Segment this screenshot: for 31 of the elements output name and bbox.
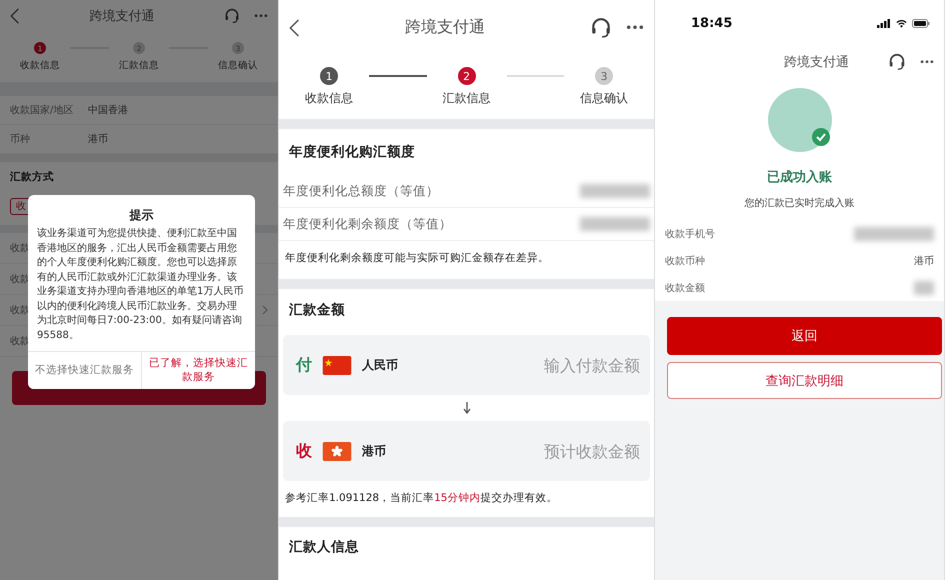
page-title: 跨境支付通 bbox=[404, 17, 485, 38]
quota-label: 年度便利化总额度（等值） bbox=[283, 182, 439, 200]
result-subtitle: 您的汇款已实时完成入账 bbox=[744, 196, 854, 210]
currency-name: 港币 bbox=[362, 442, 386, 460]
detail-value: 港币 bbox=[914, 254, 934, 268]
page-title: 跨境支付通 bbox=[89, 8, 154, 25]
field-value: 港币 bbox=[88, 132, 108, 146]
page-title: 跨境支付通 bbox=[784, 54, 849, 71]
step-label: 收款信息 bbox=[305, 90, 353, 107]
detail-label: 收款金额 bbox=[665, 282, 705, 294]
direction-label: 收 bbox=[296, 440, 312, 462]
field-value: 中国香港 bbox=[88, 104, 128, 117]
step-number: 2 bbox=[458, 67, 476, 85]
step-label: 信息确认 bbox=[580, 90, 628, 107]
currency-name: 人民币 bbox=[362, 356, 398, 374]
step-label: 收款信息 bbox=[20, 59, 60, 72]
direction-label: 付 bbox=[296, 354, 312, 376]
step-number: 1 bbox=[320, 67, 338, 85]
field-label: 收款国家/地区 bbox=[10, 104, 74, 117]
result-title: 已成功入账 bbox=[767, 168, 832, 186]
dialog-message: 该业务渠道可为您提供快捷、便利汇款至中国香港地区的服务，汇出人民币金额需要占用您的个人年度便利化购汇额度。您也可以选择原有的人民币汇款或外汇汇款渠道办理业务。该业务渠道支持办理向香港地区的单笔1万人民币以内的便利化跨境人民币汇款业务。交易办理为北京时间每日7:00-23:00。如有疑问请咨询95588。 bbox=[36, 227, 244, 342]
field-label: 币种 bbox=[10, 132, 31, 146]
step-label: 汇款信息 bbox=[442, 90, 490, 107]
detail-label: 收款手机号 bbox=[665, 228, 715, 240]
step-label: 汇款信息 bbox=[119, 59, 159, 72]
step-label: 信息确认 bbox=[218, 59, 258, 72]
quota-label: 年度便利化剩余额度（等值） bbox=[283, 216, 452, 232]
detail-label: 收款币种 bbox=[665, 254, 705, 268]
step-number: 3 bbox=[595, 67, 613, 85]
status-time: 18:45 bbox=[691, 16, 732, 30]
dialog-title: 提示 bbox=[128, 207, 154, 224]
